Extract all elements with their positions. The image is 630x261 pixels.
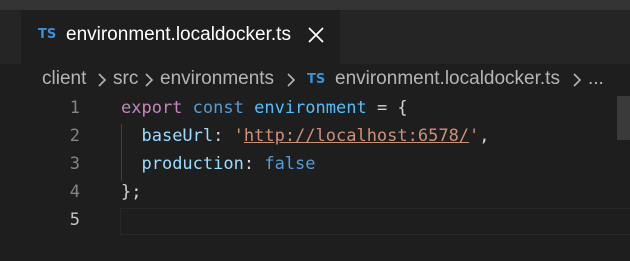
code-text[interactable]: export const environment = { bbox=[121, 98, 408, 118]
breadcrumb-item-file[interactable]: environment.localdocker.ts bbox=[335, 68, 560, 90]
boolean-value: false bbox=[264, 154, 316, 174]
punctuation: , bbox=[479, 126, 490, 146]
tab-title[interactable]: environment.localdocker.ts bbox=[66, 24, 291, 46]
code-line[interactable]: 2 baseUrl: 'http://localhost:6578/', bbox=[0, 124, 630, 153]
breadcrumb-item-more[interactable]: ... bbox=[588, 68, 604, 90]
chevron-right-icon bbox=[98, 73, 107, 87]
chevron-right-icon bbox=[287, 73, 296, 87]
variable-name: environment bbox=[254, 98, 367, 118]
punctuation: : bbox=[243, 154, 265, 174]
code-text[interactable]: production: false bbox=[121, 154, 316, 174]
breadcrumb-item-environments[interactable]: environments bbox=[160, 68, 274, 90]
line-number: 1 bbox=[69, 98, 80, 118]
code-line[interactable]: 1 export const environment = { bbox=[0, 96, 630, 125]
breadcrumb: client src environments TS environment.l… bbox=[0, 64, 630, 96]
chevron-right-icon bbox=[145, 73, 154, 87]
code-line-active[interactable]: 5 bbox=[0, 208, 630, 237]
line-number: 4 bbox=[69, 182, 80, 202]
breadcrumb-item-src[interactable]: src bbox=[113, 68, 138, 90]
scrollbar[interactable] bbox=[617, 96, 630, 140]
editor-tab[interactable]: TS environment.localdocker.ts bbox=[21, 10, 340, 64]
punctuation: }; bbox=[121, 182, 142, 202]
string-quote: ' bbox=[469, 126, 480, 146]
property-name: baseUrl bbox=[141, 126, 214, 146]
typescript-file-icon: TS bbox=[38, 27, 57, 42]
keyword-export: export bbox=[121, 98, 183, 118]
keyword-const: const bbox=[192, 98, 244, 118]
code-text[interactable]: baseUrl: 'http://localhost:6578/', bbox=[121, 126, 490, 146]
chevron-right-icon bbox=[573, 73, 582, 87]
typescript-file-icon: TS bbox=[307, 72, 326, 87]
line-number: 2 bbox=[69, 126, 80, 146]
line-number: 5 bbox=[69, 210, 80, 230]
tab-bar: TS environment.localdocker.ts bbox=[0, 0, 630, 64]
breadcrumb-item-client[interactable]: client bbox=[42, 68, 86, 90]
code-text[interactable]: }; bbox=[121, 182, 141, 202]
line-number: 3 bbox=[69, 154, 80, 174]
punctuation: = { bbox=[366, 98, 408, 118]
punctuation: : bbox=[213, 126, 234, 146]
code-editor[interactable]: 1 export const environment = { 2 baseUrl… bbox=[0, 96, 630, 261]
code-line[interactable]: 3 production: false bbox=[0, 152, 630, 181]
title-strip bbox=[0, 0, 630, 10]
string-quote: ' bbox=[233, 126, 244, 146]
code-line[interactable]: 4 }; bbox=[0, 180, 630, 209]
current-line-highlight bbox=[120, 208, 630, 235]
property-name: production bbox=[141, 154, 244, 174]
close-icon[interactable] bbox=[305, 24, 327, 46]
url-link[interactable]: http://localhost:6578/ bbox=[244, 126, 469, 146]
